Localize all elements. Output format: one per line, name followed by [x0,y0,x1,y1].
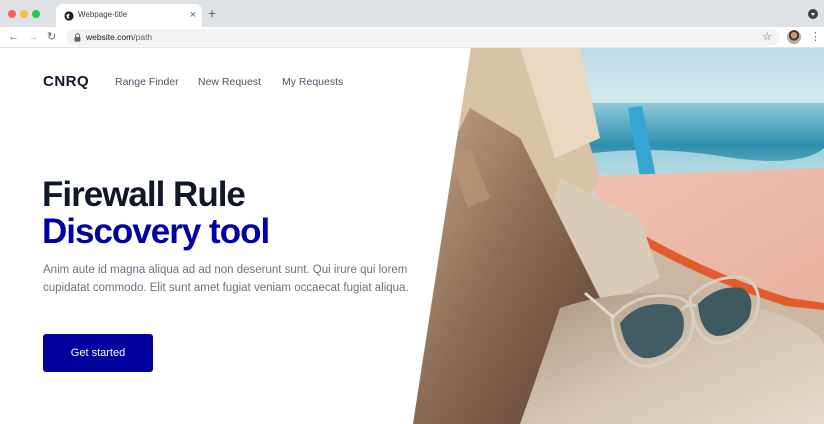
globe-favicon-icon [64,11,74,21]
brand-logo[interactable]: CNRQ [43,73,89,90]
browser-address-bar: ← → ↻ website.com/path ☆ [0,27,824,48]
nav-range-finder[interactable]: Range Finder [115,76,179,88]
url-input[interactable]: website.com/path ☆ [66,29,780,46]
browser-tab[interactable]: Webpage-title × [56,4,202,27]
url-text: website.com/path [86,32,152,42]
url-path: /path [133,32,153,42]
close-tab-icon[interactable]: × [190,8,196,22]
minimize-window-button[interactable] [20,10,28,18]
browser-tab-bar: Webpage-title × + [0,0,824,27]
forward-arrow-icon[interactable]: → [28,30,39,44]
hero-title-line-2: Discovery tool [42,212,270,251]
tab-search-icon[interactable] [808,9,818,19]
new-tab-button[interactable]: + [208,5,216,21]
maximize-window-button[interactable] [32,10,40,18]
url-domain: website.com [86,32,134,42]
user-avatar[interactable] [787,30,801,44]
tab-title: Webpage-title [78,10,128,19]
bookmark-star-icon[interactable]: ☆ [762,30,772,44]
back-arrow-icon[interactable]: ← [8,30,19,44]
hero-title-line-1: Firewall Rule [42,175,246,214]
close-window-button[interactable] [8,10,16,18]
reload-icon[interactable]: ↻ [47,30,56,44]
nav-new-request[interactable]: New Request [198,76,261,88]
hero-description: Anim aute id magna aliqua ad ad non dese… [43,264,409,294]
nav-my-requests[interactable]: My Requests [282,76,343,88]
lock-icon [74,33,81,42]
kebab-menu-icon[interactable]: ⋮ [810,30,821,44]
webpage: CNRQ Range Finder New Request My Request… [0,48,824,424]
get-started-button[interactable]: Get started [43,334,153,372]
